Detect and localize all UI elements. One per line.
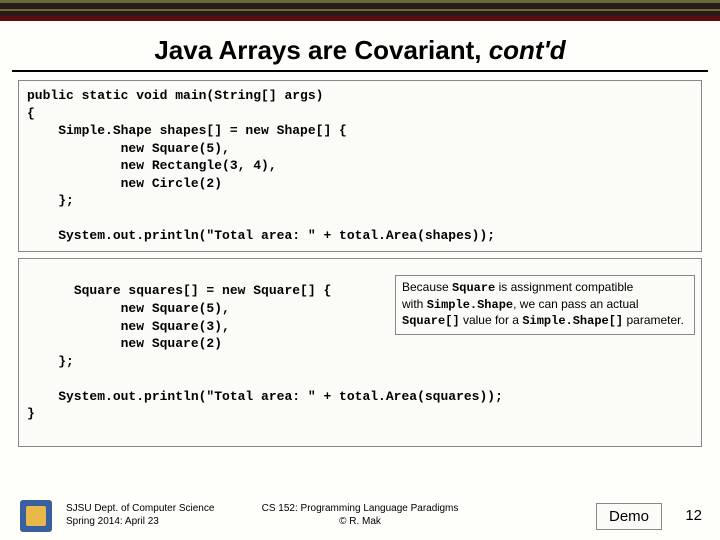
title-main: Java Arrays are Covariant, — [154, 35, 488, 65]
title-tail: cont'd — [489, 35, 566, 65]
decorative-stripes — [0, 0, 720, 21]
callout-line-1: Because Square is assignment compatible — [402, 280, 688, 297]
footer: SJSU Dept. of Computer Science Spring 20… — [0, 486, 720, 534]
demo-label: Demo — [596, 503, 662, 530]
title-underline — [12, 70, 708, 72]
page-number: 12 — [685, 507, 702, 524]
code-block-1: public static void main(String[] args) {… — [18, 80, 702, 252]
callout-line-3: Square[] value for a Simple.Shape[] para… — [402, 313, 688, 330]
code-block-2: Square squares[] = new Square[] { new Sq… — [18, 258, 702, 447]
callout-box: Because Square is assignment compatible … — [395, 275, 695, 335]
slide-title: Java Arrays are Covariant, cont'd — [0, 21, 720, 70]
callout-line-2: with Simple.Shape, we can pass an actual — [402, 297, 688, 314]
